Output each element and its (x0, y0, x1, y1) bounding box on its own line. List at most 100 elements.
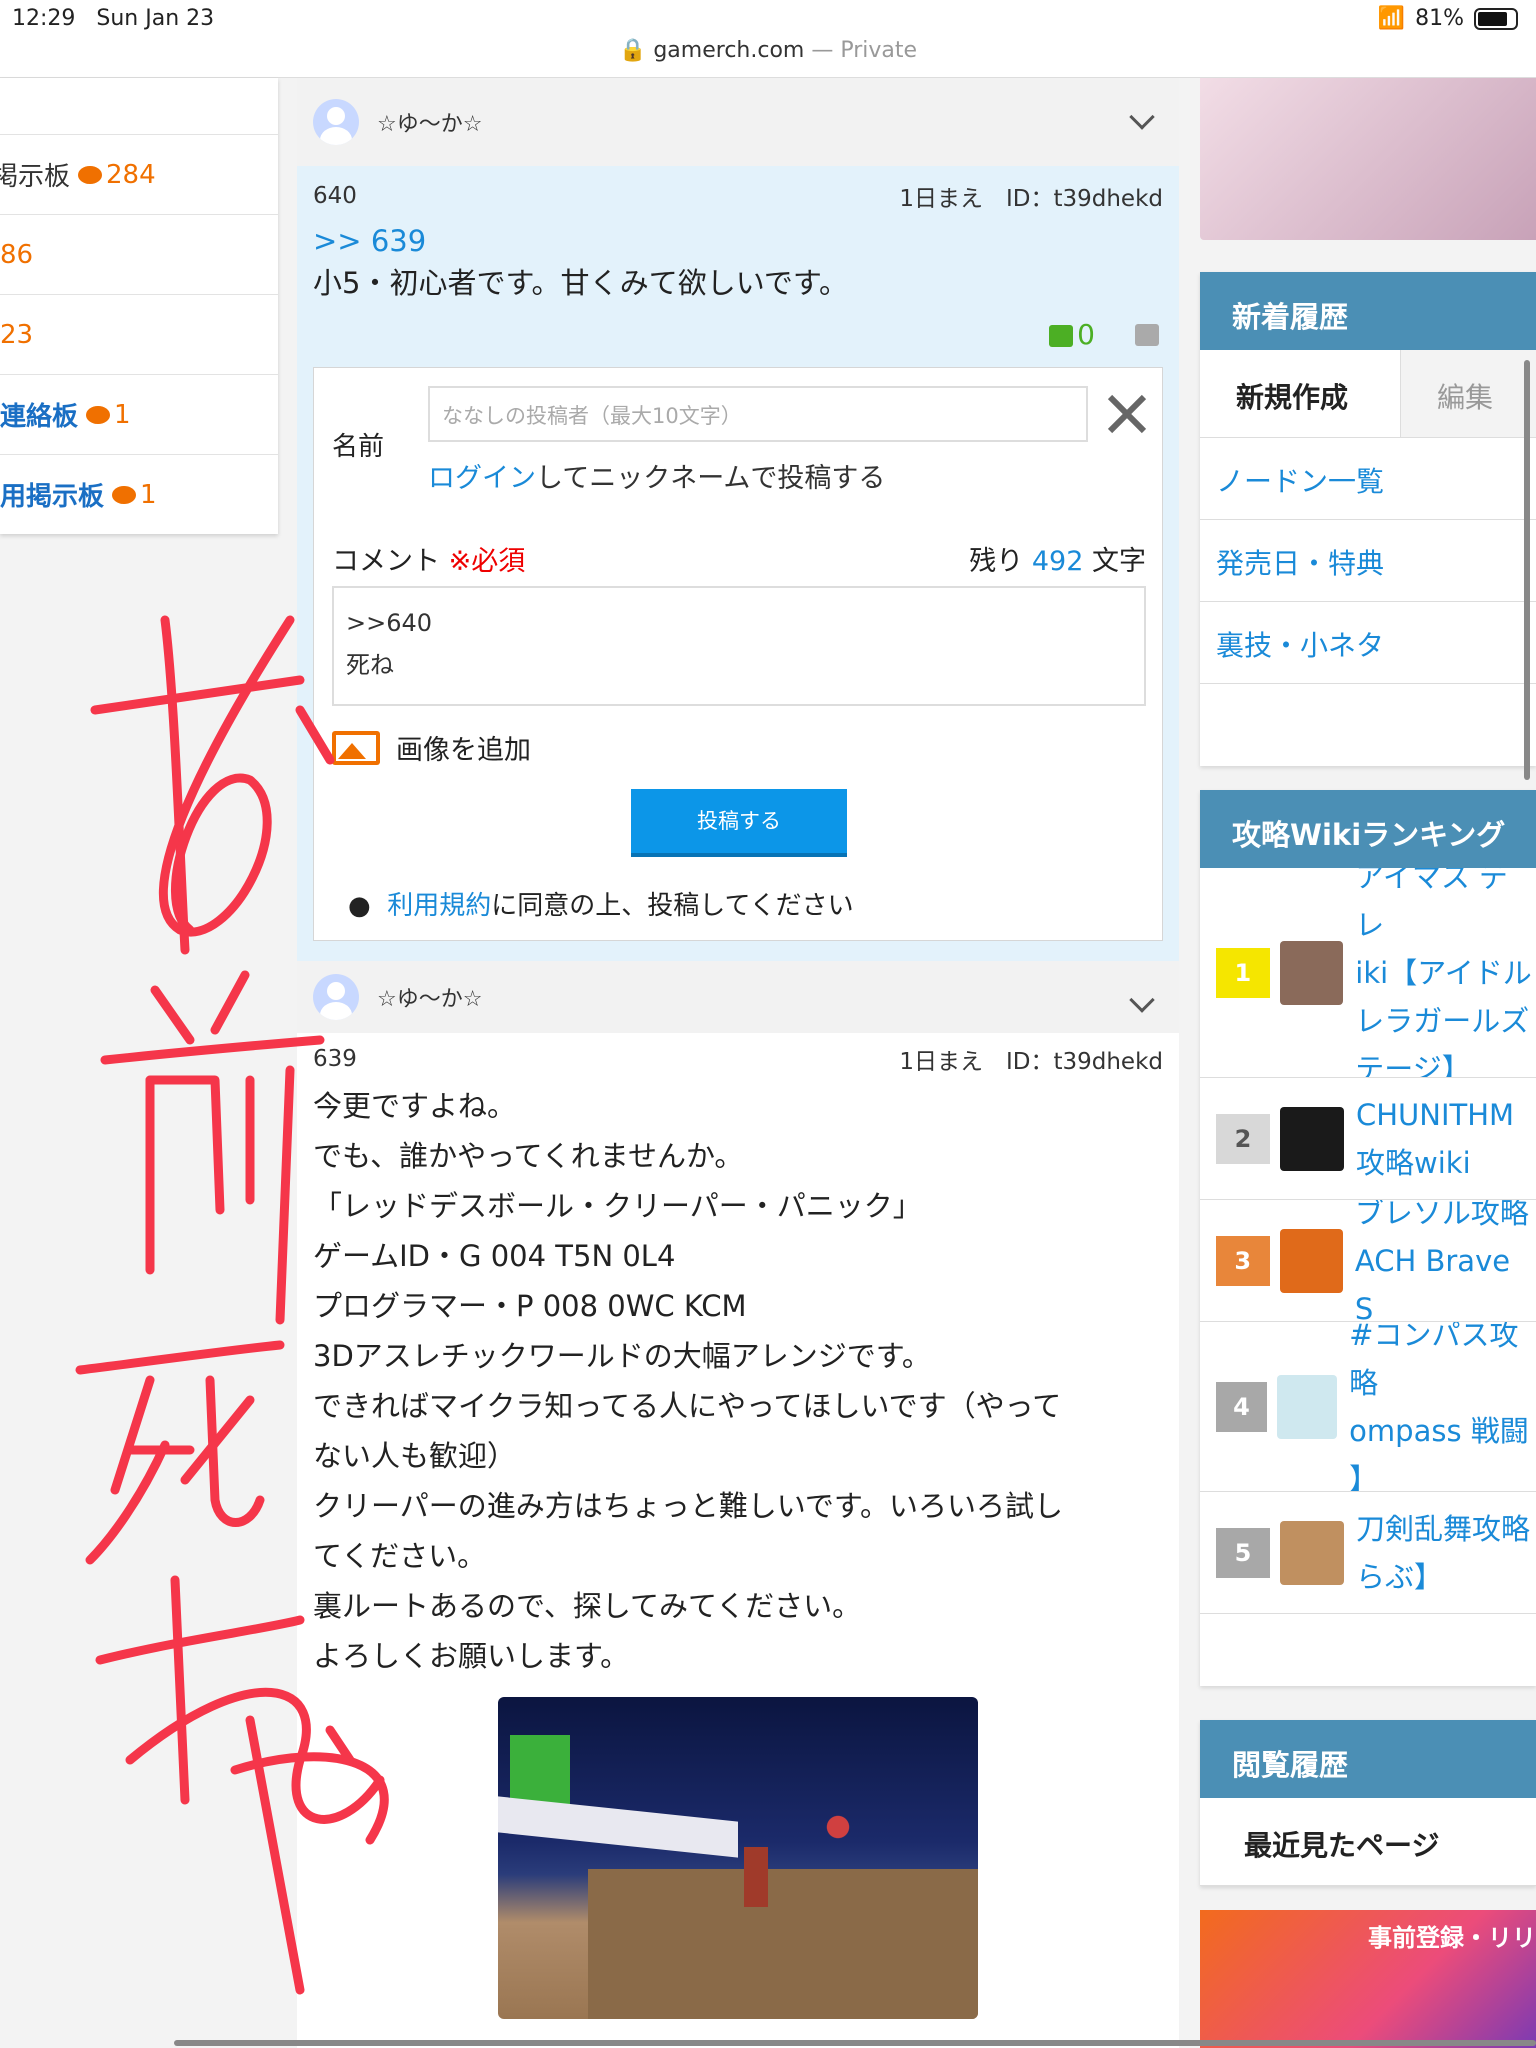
history-link[interactable]: 発売日・特典 (1200, 520, 1536, 602)
login-link[interactable]: ログイン (428, 463, 536, 494)
terms-link[interactable]: 利用規約 (387, 891, 491, 921)
left-row[interactable]: 連絡板 1 (0, 374, 278, 454)
left-row[interactable]: 23 (0, 294, 278, 374)
platform (588, 1869, 978, 2019)
rank-number: 4 (1216, 1381, 1267, 1432)
name-label: 名前 (332, 432, 385, 462)
viewed-tabs: 最近見たページ (1200, 1798, 1536, 1886)
required-mark: ※必須 (448, 546, 526, 577)
comment-icon (112, 485, 137, 504)
reply-form: 名前 ななしの投稿者（最大10文字） ログインしてニックネームで投稿する コメン… (313, 367, 1163, 941)
tab-new[interactable]: 新規作成 (1200, 350, 1400, 437)
tab-recent[interactable]: 最近見たページ (1200, 1798, 1500, 1885)
rank-title: #コンパス攻略 ompass 戦闘 】 (1349, 1322, 1529, 1492)
post-line: 「レッドデスボール・クリーパー・パニック」 (313, 1189, 922, 1223)
reply-link[interactable]: >> 639 (313, 224, 1163, 258)
ranking-item[interactable]: 5 刀剣乱舞攻略 らぶ】 (1200, 1492, 1536, 1614)
comment-textarea[interactable]: >>640 死ね (332, 586, 1146, 706)
history-link[interactable]: 裏技・小ネタ (1200, 602, 1536, 684)
comment-count: 1 (112, 480, 157, 510)
image-icon (332, 730, 380, 765)
rank-title: アイマス デレ iki【アイドル レラガールズ テージ】 (1355, 868, 1532, 1078)
post-header: ☆ゆ〜か☆ (297, 78, 1179, 166)
post-line: ゲームID・G 004 T5N 0L4 (313, 1239, 676, 1273)
creeper-figure (510, 1735, 570, 1805)
comment-icon (78, 165, 103, 184)
terms-note: ● 利用規約に同意の上、投稿してください (348, 891, 854, 921)
like-button[interactable]: 0 (1049, 318, 1095, 351)
left-row-label: 用掲示板 (0, 482, 105, 512)
robot-figure (744, 1847, 768, 1907)
ad-text: 事前登録・リリ (1368, 1924, 1536, 1952)
thumbs-up-icon (1049, 325, 1074, 347)
left-row[interactable]: 掲示板 284 (0, 134, 278, 214)
post-line: てください。 (313, 1539, 487, 1573)
lock-icon: 🔒 (618, 38, 647, 63)
ranking-box: 攻略Wikiランキング 1 アイマス デレ iki【アイドル レラガールズ テー… (1200, 790, 1536, 1686)
name-input[interactable]: ななしの投稿者（最大10文字） (428, 386, 1088, 442)
battery-icon (1474, 7, 1518, 30)
post-number: 640 (313, 183, 357, 209)
login-line: ログインしてニックネームで投稿する (428, 463, 886, 494)
ranking-item[interactable]: 2 CHUNITHM 攻略wiki (1200, 1078, 1536, 1200)
post-line: 3Dアスレチックワールドの大幅アレンジです。 (313, 1339, 931, 1373)
close-icon[interactable] (1104, 392, 1148, 436)
post-body: 今更ですよね。 でも、誰かやってくれませんか。 「レッドデスボール・クリーパー・… (313, 1081, 1163, 1681)
ranking-item[interactable]: 4 #コンパス攻略 ompass 戦闘 】 (1200, 1322, 1536, 1492)
page: 掲示板 284 86 23 連絡板 1 用掲示板 1 ☆ゆ〜か☆ 640 1日ま… (0, 78, 1536, 2048)
chevron-down-icon[interactable] (1129, 104, 1155, 130)
scrollbar[interactable] (174, 2040, 1536, 2046)
address-bar[interactable]: 🔒 gamerch.com — Private (0, 38, 1536, 78)
ad-banner[interactable]: 事前登録・リリ (1200, 1910, 1536, 2048)
rank-title: CHUNITHM 攻略wiki (1356, 1097, 1515, 1180)
status-bar: 12:29 Sun Jan 23 📶 81% (0, 0, 1536, 38)
char-remaining: 残り 492 文字 (969, 546, 1146, 577)
post-date-id: 1日まえ ID：t39dhekd (899, 186, 1163, 212)
post-body: 小5・初心者です。甘くみて欲しいです。 (313, 266, 848, 300)
viewed-box: 閲覧履歴 最近見たページ (1200, 1720, 1536, 1886)
post-line: でも、誰かやってくれませんか。 (313, 1139, 744, 1173)
rank-number: 3 (1216, 1235, 1270, 1286)
history-tabs: 新規作成 編集 (1200, 350, 1536, 438)
character-banner-image[interactable] (1200, 78, 1536, 240)
game-screenshot[interactable] (498, 1697, 978, 2019)
url-host: gamerch.com (653, 38, 805, 63)
ranking-title: 攻略Wikiランキング (1200, 790, 1536, 868)
chevron-down-icon[interactable] (1129, 987, 1155, 1013)
left-sidebar: 掲示板 284 86 23 連絡板 1 用掲示板 1 (0, 78, 278, 534)
left-row[interactable] (0, 78, 278, 134)
rank-thumbnail (1279, 1228, 1343, 1293)
left-row[interactable]: 用掲示板 1 (0, 454, 278, 534)
post-number: 639 (313, 1046, 357, 1072)
add-image-label: 画像を追加 (396, 735, 531, 766)
comment-post: 640 1日まえ ID：t39dhekd >> 639 小5・初心者です。甘くみ… (297, 166, 1179, 961)
ranking-item[interactable]: 1 アイマス デレ iki【アイドル レラガールズ テージ】 (1200, 868, 1536, 1078)
ranking-item[interactable]: 3 ブレソル攻略 ACH Brave S (1200, 1200, 1536, 1322)
rank-thumbnail (1279, 940, 1344, 1005)
history-link[interactable]: ノードン一覧 (1200, 438, 1536, 520)
rank-number: 1 (1216, 947, 1270, 998)
submit-button[interactable]: 投稿する (631, 789, 847, 857)
thumbs-down-icon[interactable] (1135, 323, 1159, 346)
post-meta: 640 1日まえ ID：t39dhekd (313, 176, 1163, 216)
wifi-icon: 📶 (1377, 6, 1406, 31)
rank-thumbnail (1276, 1374, 1338, 1439)
username: ☆ゆ〜か☆ (377, 987, 483, 1012)
tab-edit[interactable]: 編集 (1400, 350, 1536, 437)
post-line: よろしくお願いします。 (313, 1639, 630, 1673)
left-row[interactable]: 86 (0, 214, 278, 294)
private-label: — Private (811, 38, 918, 63)
scrollbar[interactable] (1524, 360, 1530, 780)
post-line: プログラマー・P 008 0WC KCM (313, 1289, 747, 1323)
battery-percent: 81% (1415, 6, 1464, 31)
post-line: 今更ですよね。 (313, 1089, 517, 1123)
add-image-button[interactable]: 画像を追加 (332, 728, 1146, 767)
comment-row: コメント ※必須 残り 492 文字 (332, 539, 1146, 578)
rank-number: 2 (1216, 1113, 1270, 1164)
rank-title: ブレソル攻略 ACH Brave S (1354, 1200, 1529, 1322)
comment-post: 639 1日まえ ID：t39dhekd 今更ですよね。 でも、誰かやってくれま… (297, 1033, 1179, 2019)
post-line: クリーパーの進み方はちょっと難しいです。いろいろ試し (313, 1489, 1063, 1523)
rank-thumbnail (1280, 1106, 1344, 1171)
post-header: ☆ゆ〜か☆ (297, 961, 1179, 1033)
